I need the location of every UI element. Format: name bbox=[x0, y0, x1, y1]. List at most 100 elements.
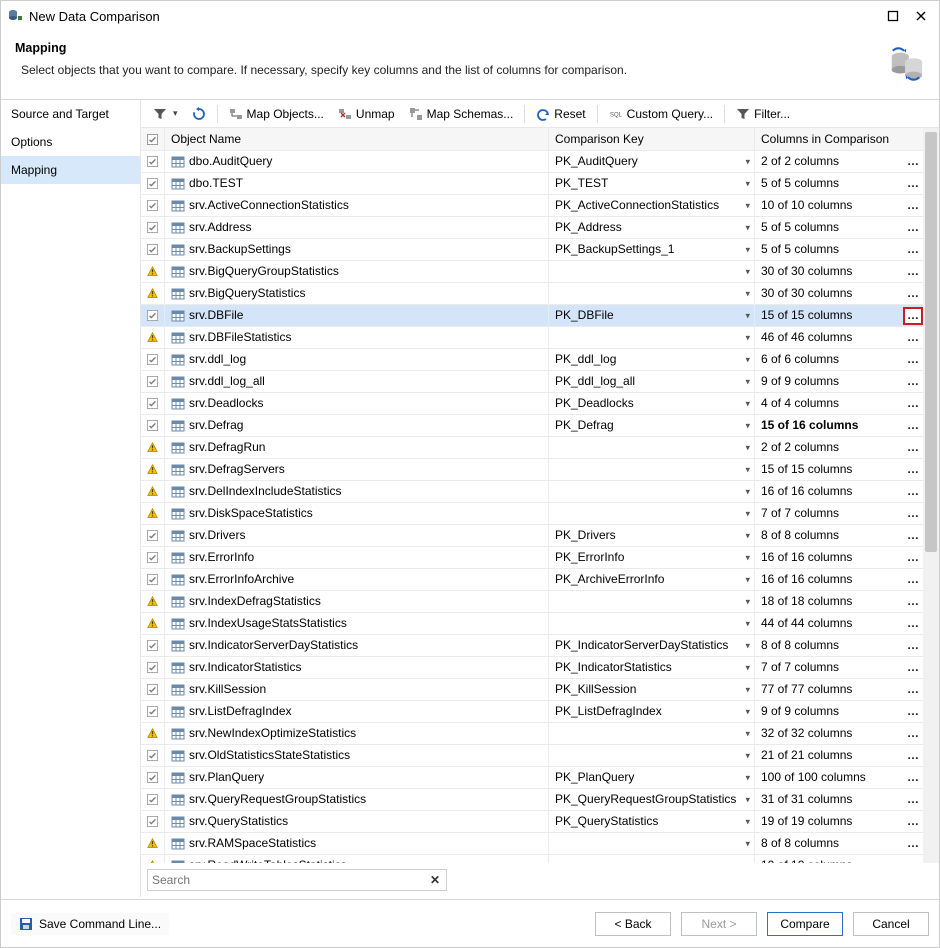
cancel-button[interactable]: Cancel bbox=[853, 912, 929, 936]
table-row[interactable]: srv.IndexDefragStatistics▾18 of 18 colum… bbox=[141, 591, 923, 613]
table-row[interactable]: srv.ActiveConnectionStatisticsPK_ActiveC… bbox=[141, 195, 923, 217]
comparison-key-cell[interactable]: PK_Address▾ bbox=[549, 217, 755, 238]
row-checkbox[interactable] bbox=[141, 371, 165, 392]
comparison-key-cell[interactable]: PK_TEST▾ bbox=[549, 173, 755, 194]
columns-cell[interactable]: 10 of 10 columns… bbox=[755, 855, 923, 863]
edit-columns-button[interactable]: … bbox=[905, 199, 921, 213]
columns-cell[interactable]: 32 of 32 columns… bbox=[755, 723, 923, 744]
comparison-key-cell[interactable]: PK_Drivers▾ bbox=[549, 525, 755, 546]
edit-columns-button[interactable]: … bbox=[905, 397, 921, 411]
close-button[interactable] bbox=[907, 4, 935, 28]
sidebar-item-options[interactable]: Options bbox=[1, 128, 140, 156]
row-checkbox[interactable] bbox=[141, 767, 165, 788]
edit-columns-button[interactable]: … bbox=[905, 815, 921, 829]
comparison-key-cell[interactable]: PK_Defrag▾ bbox=[549, 415, 755, 436]
edit-columns-button[interactable]: … bbox=[905, 705, 921, 719]
edit-columns-button[interactable]: … bbox=[905, 309, 921, 323]
edit-columns-button[interactable]: … bbox=[905, 617, 921, 631]
row-checkbox[interactable] bbox=[141, 569, 165, 590]
columns-cell[interactable]: 5 of 5 columns… bbox=[755, 173, 923, 194]
comparison-key-cell[interactable]: ▾ bbox=[549, 503, 755, 524]
columns-cell[interactable]: 21 of 21 columns… bbox=[755, 745, 923, 766]
columns-cell[interactable]: 18 of 18 columns… bbox=[755, 591, 923, 612]
comparison-key-cell[interactable]: PK_ddl_log▾ bbox=[549, 349, 755, 370]
table-row[interactable]: srv.ErrorInfoPK_ErrorInfo▾16 of 16 colum… bbox=[141, 547, 923, 569]
comparison-key-cell[interactable]: ▾ bbox=[549, 437, 755, 458]
table-row[interactable]: srv.NewIndexOptimizeStatistics▾32 of 32 … bbox=[141, 723, 923, 745]
sidebar-item-mapping[interactable]: Mapping bbox=[1, 156, 140, 184]
columns-cell[interactable]: 8 of 8 columns… bbox=[755, 833, 923, 854]
unmap-button[interactable]: Unmap bbox=[332, 103, 401, 125]
comparison-key-cell[interactable]: PK_QueryRequestGroupStatistics▾ bbox=[549, 789, 755, 810]
columns-cell[interactable]: 9 of 9 columns… bbox=[755, 701, 923, 722]
comparison-key-cell[interactable]: PK_ListDefragIndex▾ bbox=[549, 701, 755, 722]
row-checkbox[interactable] bbox=[141, 635, 165, 656]
sidebar-item-source-and-target[interactable]: Source and Target bbox=[1, 100, 140, 128]
table-row[interactable]: srv.QueryStatisticsPK_QueryStatistics▾19… bbox=[141, 811, 923, 833]
comparison-key-cell[interactable]: PK_Deadlocks▾ bbox=[549, 393, 755, 414]
comparison-key-cell[interactable]: PK_QueryStatistics▾ bbox=[549, 811, 755, 832]
table-row[interactable]: srv.ErrorInfoArchivePK_ArchiveErrorInfo▾… bbox=[141, 569, 923, 591]
edit-columns-button[interactable]: … bbox=[905, 771, 921, 785]
table-row[interactable]: srv.ReadWriteTablesStatistics▾10 of 10 c… bbox=[141, 855, 923, 863]
row-checkbox[interactable] bbox=[141, 151, 165, 172]
col-columns[interactable]: Columns in Comparison bbox=[755, 128, 923, 150]
columns-cell[interactable]: 16 of 16 columns… bbox=[755, 481, 923, 502]
comparison-key-cell[interactable]: ▾ bbox=[549, 591, 755, 612]
table-row[interactable]: srv.PlanQueryPK_PlanQuery▾100 of 100 col… bbox=[141, 767, 923, 789]
comparison-key-cell[interactable]: PK_PlanQuery▾ bbox=[549, 767, 755, 788]
columns-cell[interactable]: 16 of 16 columns… bbox=[755, 569, 923, 590]
comparison-key-cell[interactable]: PK_ActiveConnectionStatistics▾ bbox=[549, 195, 755, 216]
edit-columns-button[interactable]: … bbox=[905, 551, 921, 565]
table-row[interactable]: srv.ddl_log_allPK_ddl_log_all▾9 of 9 col… bbox=[141, 371, 923, 393]
edit-columns-button[interactable]: … bbox=[905, 683, 921, 697]
edit-columns-button[interactable]: … bbox=[905, 749, 921, 763]
table-row[interactable]: srv.BigQueryStatistics▾30 of 30 columns… bbox=[141, 283, 923, 305]
columns-cell[interactable]: 4 of 4 columns… bbox=[755, 393, 923, 414]
edit-columns-button[interactable]: … bbox=[905, 463, 921, 477]
columns-cell[interactable]: 8 of 8 columns… bbox=[755, 635, 923, 656]
columns-cell[interactable]: 30 of 30 columns… bbox=[755, 261, 923, 282]
columns-cell[interactable]: 30 of 30 columns… bbox=[755, 283, 923, 304]
columns-cell[interactable]: 7 of 7 columns… bbox=[755, 657, 923, 678]
edit-columns-button[interactable]: … bbox=[905, 353, 921, 367]
table-row[interactable]: srv.ListDefragIndexPK_ListDefragIndex▾9 … bbox=[141, 701, 923, 723]
edit-columns-button[interactable]: … bbox=[905, 155, 921, 169]
edit-columns-button[interactable]: … bbox=[905, 529, 921, 543]
table-row[interactable]: srv.DelIndexIncludeStatistics▾16 of 16 c… bbox=[141, 481, 923, 503]
edit-columns-button[interactable]: … bbox=[905, 859, 921, 864]
comparison-key-cell[interactable]: PK_IndicatorStatistics▾ bbox=[549, 657, 755, 678]
table-row[interactable]: dbo.TESTPK_TEST▾5 of 5 columns… bbox=[141, 173, 923, 195]
row-checkbox[interactable] bbox=[141, 173, 165, 194]
comparison-key-cell[interactable]: PK_ArchiveErrorInfo▾ bbox=[549, 569, 755, 590]
comparison-key-cell[interactable]: ▾ bbox=[549, 855, 755, 863]
comparison-key-cell[interactable]: PK_ErrorInfo▾ bbox=[549, 547, 755, 568]
table-row[interactable]: srv.AddressPK_Address▾5 of 5 columns… bbox=[141, 217, 923, 239]
edit-columns-button[interactable]: … bbox=[905, 419, 921, 433]
table-row[interactable]: srv.DefragRun▾2 of 2 columns… bbox=[141, 437, 923, 459]
vertical-scrollbar[interactable] bbox=[923, 128, 939, 863]
columns-cell[interactable]: 2 of 2 columns… bbox=[755, 437, 923, 458]
compare-button[interactable]: Compare bbox=[767, 912, 843, 936]
comparison-key-cell[interactable]: ▾ bbox=[549, 481, 755, 502]
edit-columns-button[interactable]: … bbox=[905, 177, 921, 191]
table-row[interactable]: srv.BackupSettingsPK_BackupSettings_1▾5 … bbox=[141, 239, 923, 261]
comparison-key-cell[interactable]: PK_IndicatorServerDayStatistics▾ bbox=[549, 635, 755, 656]
columns-cell[interactable]: 9 of 9 columns… bbox=[755, 371, 923, 392]
row-checkbox[interactable] bbox=[141, 217, 165, 238]
comparison-key-cell[interactable]: PK_DBFile▾ bbox=[549, 305, 755, 326]
comparison-key-cell[interactable]: ▾ bbox=[549, 283, 755, 304]
comparison-key-cell[interactable]: ▾ bbox=[549, 613, 755, 634]
edit-columns-button[interactable]: … bbox=[905, 727, 921, 741]
table-row[interactable]: srv.RAMSpaceStatistics▾8 of 8 columns… bbox=[141, 833, 923, 855]
row-checkbox[interactable] bbox=[141, 195, 165, 216]
row-checkbox[interactable] bbox=[141, 547, 165, 568]
columns-cell[interactable]: 10 of 10 columns… bbox=[755, 195, 923, 216]
table-row[interactable]: dbo.AuditQueryPK_AuditQuery▾2 of 2 colum… bbox=[141, 151, 923, 173]
comparison-key-cell[interactable]: PK_ddl_log_all▾ bbox=[549, 371, 755, 392]
save-command-line-button[interactable]: Save Command Line... bbox=[11, 913, 169, 935]
edit-columns-button[interactable]: … bbox=[905, 265, 921, 279]
table-row[interactable]: srv.BigQueryGroupStatistics▾30 of 30 col… bbox=[141, 261, 923, 283]
row-checkbox[interactable] bbox=[141, 811, 165, 832]
columns-cell[interactable]: 5 of 5 columns… bbox=[755, 217, 923, 238]
